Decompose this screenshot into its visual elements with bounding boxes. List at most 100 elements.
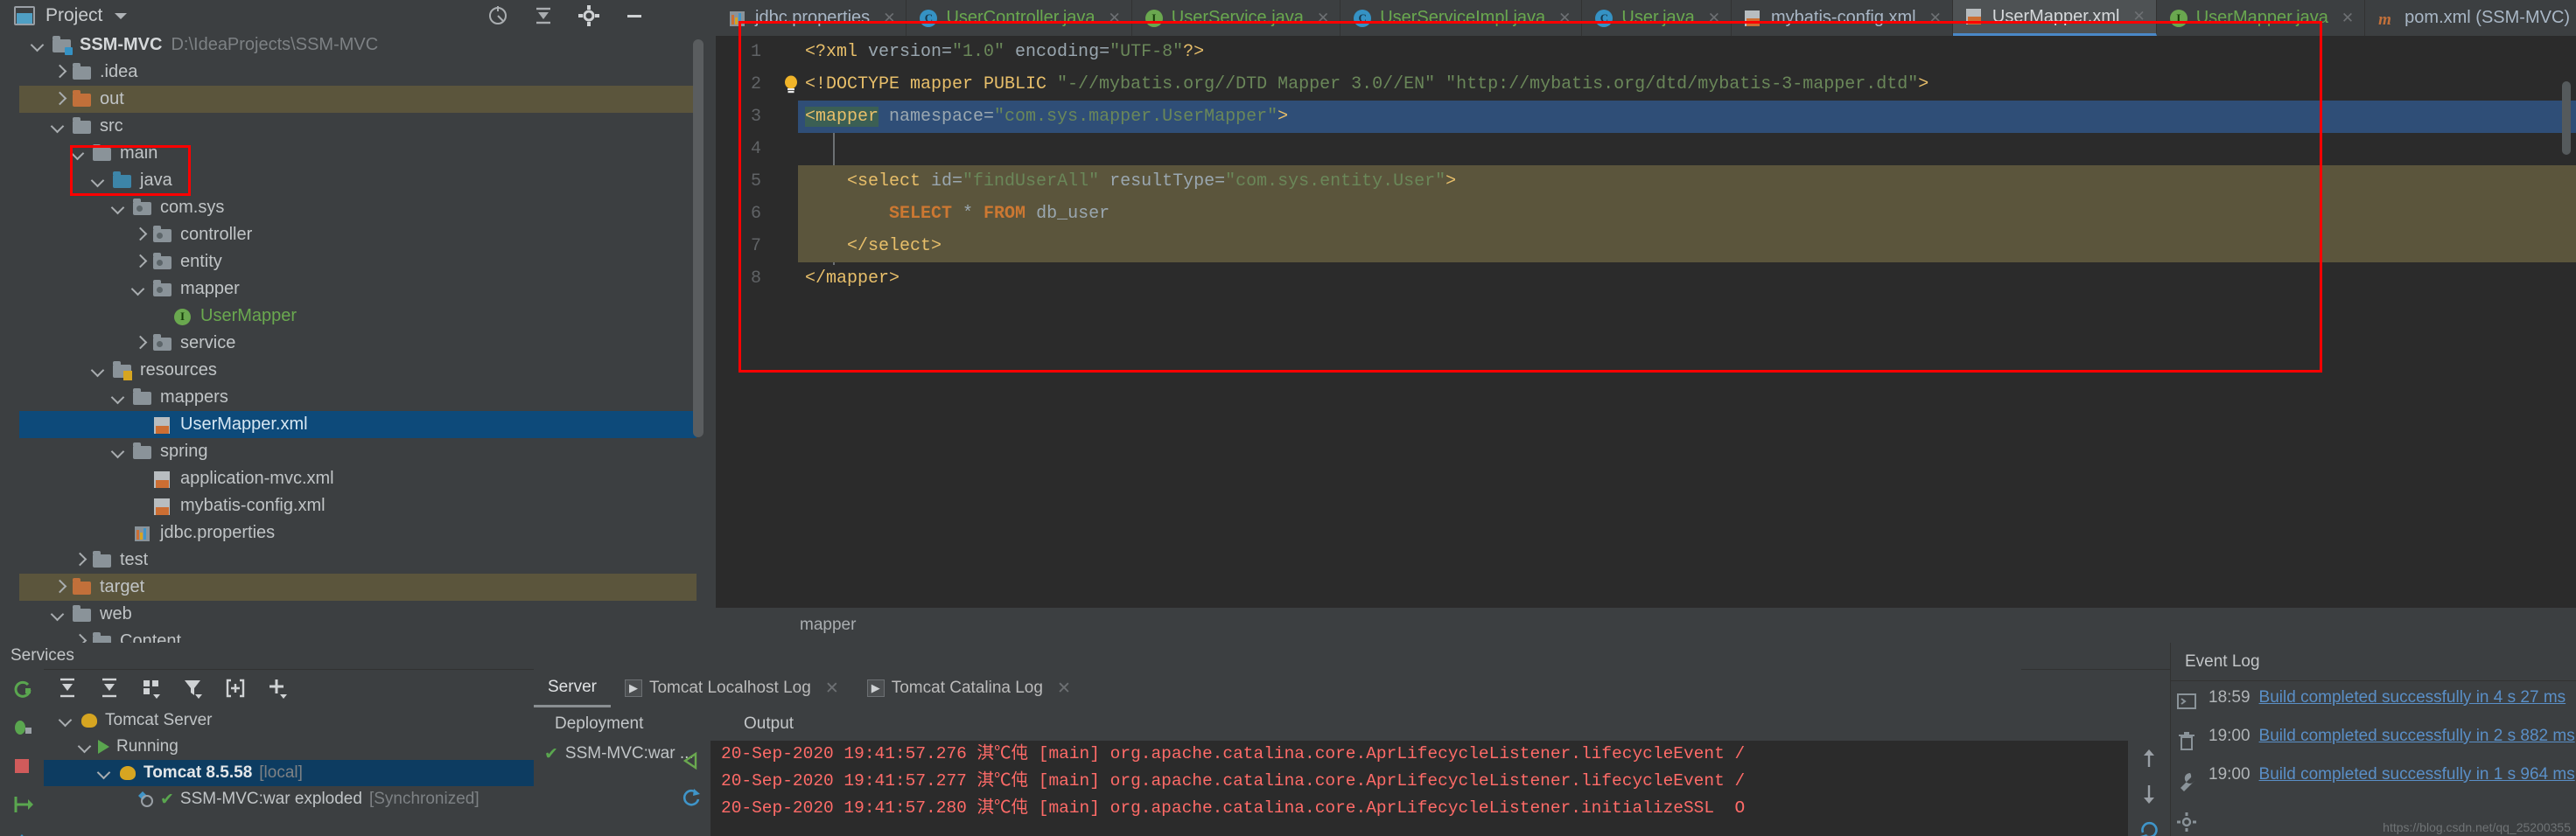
tree-item-mappers[interactable]: mappers [19, 384, 696, 411]
close-icon[interactable]: ✕ [1057, 679, 1071, 699]
tree-item-web[interactable]: web [19, 601, 696, 628]
tree-item-src[interactable]: src [19, 113, 696, 140]
jump-to-source-icon[interactable] [10, 793, 33, 816]
tree-item-mybatis-config-xml[interactable]: <> mybatis-config.xml [19, 492, 696, 519]
chevron-down-icon[interactable] [48, 603, 71, 626]
event-log-entries[interactable]: 18:59 Build completed successfully in 4 s… [2203, 681, 2576, 836]
stop-icon[interactable] [10, 755, 33, 777]
add-icon[interactable] [266, 677, 289, 700]
minimize-icon[interactable] [623, 4, 646, 27]
event-message-link[interactable]: Build completed successfully in 1 s 964 … [2259, 765, 2575, 784]
collapse-all-icon[interactable] [532, 4, 555, 27]
chevron-right-icon[interactable] [48, 61, 71, 84]
service-item-ssm-mvc-war-exploded[interactable]: ✔ SSM-MVC:war exploded [Synchronized] [44, 786, 534, 812]
chevron-right-icon[interactable] [129, 332, 151, 355]
code-line-1[interactable]: <?xml version="1.0" encoding="UTF-8"?> [798, 36, 2576, 68]
console-icon[interactable] [2175, 690, 2198, 713]
log-tab-tomcat-localhost-log[interactable]: ▶ Tomcat Localhost Log ✕ [611, 669, 853, 707]
tree-item-application-mvc-xml[interactable]: <> application-mvc.xml [19, 465, 696, 492]
editor-tab-usercontroller-java[interactable]: C UserController.java ✕ [906, 0, 1132, 36]
event-log-entry[interactable]: 18:59 Build completed successfully in 4 s… [2203, 688, 2576, 727]
tree-item-com-sys[interactable]: com.sys [19, 194, 696, 221]
services-icon[interactable] [10, 832, 33, 836]
source-code[interactable]: <?xml version="1.0" encoding="UTF-8"?> <!… [785, 36, 2576, 608]
chevron-down-icon[interactable] [28, 34, 51, 57]
close-icon[interactable]: ✕ [1929, 10, 1942, 27]
chevron-down-icon[interactable] [108, 387, 131, 409]
code-line-7[interactable]: </select> [798, 230, 2576, 262]
close-icon[interactable]: ✕ [825, 679, 839, 699]
editor-tab-user-java[interactable]: C User.java ✕ [1582, 0, 1732, 36]
rerun-icon[interactable] [10, 678, 33, 700]
code-line-6[interactable]: SELECT * FROM db_user [798, 198, 2576, 230]
trash-icon[interactable] [2175, 730, 2198, 753]
close-icon[interactable]: ✕ [1109, 10, 1121, 27]
arrow-left-icon[interactable] [680, 749, 703, 772]
tree-item-service[interactable]: service [19, 330, 696, 357]
tree-item-spring[interactable]: spring [19, 438, 696, 465]
log-tab-tomcat-catalina-log[interactable]: ▶ Tomcat Catalina Log ✕ [853, 669, 1085, 707]
close-icon[interactable]: ✕ [883, 10, 895, 27]
event-message-link[interactable]: Build completed successfully in 2 s 882 … [2259, 727, 2575, 746]
services-log-tabs[interactable]: Server ▶ Tomcat Localhost Log ✕ ▶ Tomcat Cata… [534, 669, 2021, 707]
close-icon[interactable]: ✕ [2132, 8, 2145, 25]
chevron-right-icon[interactable] [48, 88, 71, 111]
tree-item-jdbc-properties[interactable]: jdbc.properties [19, 519, 696, 547]
tree-item-main[interactable]: main [19, 140, 696, 167]
tree-item-content[interactable]: Content [19, 628, 696, 643]
tree-item-ssm-mvc[interactable]: SSM-MVC D:\IdeaProjects\SSM-MVC [19, 31, 696, 59]
editor-scrollbar[interactable] [2562, 81, 2571, 155]
editor-tab-usermapper-java[interactable]: I UserMapper.java ✕ [2157, 0, 2366, 36]
expand-all-icon[interactable] [56, 677, 79, 700]
tree-item-usermapper[interactable]: I UserMapper [19, 303, 696, 330]
refresh-icon[interactable] [680, 786, 703, 809]
filter-icon[interactable] [182, 677, 205, 700]
chevron-down-icon[interactable] [108, 197, 131, 219]
settings-gear-icon[interactable] [578, 4, 600, 27]
tree-item-target[interactable]: target [19, 574, 696, 601]
settings-icon[interactable] [2175, 811, 2198, 833]
chevron-right-icon[interactable] [48, 576, 71, 599]
chevron-right-icon[interactable] [129, 251, 151, 274]
log-tab-server[interactable]: Server [534, 669, 611, 707]
chevron-down-icon[interactable] [108, 441, 131, 463]
chevron-down-icon[interactable] [94, 762, 117, 784]
restart-icon[interactable] [2138, 818, 2160, 836]
editor-tab-pom-xml-ssm-mvc-[interactable]: mpom.xml (SSM-MVC)✕ [2365, 0, 2576, 36]
fold-gutter[interactable] [768, 36, 842, 608]
tree-item-resources[interactable]: resources [19, 357, 696, 384]
project-file-tree[interactable]: SSM-MVC D:\IdeaProjects\SSM-MVC .idea out sr… [19, 31, 696, 643]
close-icon[interactable]: ✕ [1558, 10, 1571, 27]
code-line-2[interactable]: <!DOCTYPE mapper PUBLIC "-//mybatis.org/… [785, 68, 2576, 101]
tree-item-entity[interactable]: entity [19, 248, 696, 275]
event-log-entry[interactable]: 19:00 Build completed successfully in 2 s… [2203, 727, 2576, 765]
group-icon[interactable] [140, 677, 163, 700]
service-item-running[interactable]: Running [44, 734, 534, 760]
editor-tab-mybatis-config-xml[interactable]: <> mybatis-config.xml ✕ [1732, 0, 1953, 36]
chevron-down-icon[interactable] [88, 359, 111, 382]
editor-tab-jdbc-properties[interactable]: jdbc.properties ✕ [716, 0, 907, 36]
code-line-5[interactable]: <select id="findUserAll" resultType="com… [798, 165, 2576, 198]
console-output[interactable]: 20-Sep-2020 19:41:57.276 淇℃伅 [main] org.… [710, 741, 2128, 836]
chevron-down-icon[interactable] [75, 735, 98, 758]
editor-tab-usermapper-xml[interactable]: <> UserMapper.xml ✕ [1952, 0, 2157, 36]
chevron-right-icon[interactable] [68, 630, 91, 644]
wrench-icon[interactable] [2175, 770, 2198, 793]
tree-item-out[interactable]: out [19, 86, 696, 113]
tree-item-java[interactable]: java [19, 167, 696, 194]
service-item-tomcat-server[interactable]: Tomcat Server [44, 707, 534, 734]
project-tree-scrollbar[interactable] [693, 39, 704, 437]
close-icon[interactable]: ✕ [2342, 10, 2354, 27]
debug-icon[interactable] [10, 716, 33, 739]
tree-item-controller[interactable]: controller [19, 221, 696, 248]
editor-tab-bar[interactable]: jdbc.properties ✕ C UserController.java ✕ I Us… [716, 0, 2576, 36]
intention-bulb-icon[interactable] [782, 74, 800, 94]
chevron-down-icon[interactable] [56, 709, 79, 732]
scroll-down-icon[interactable] [2138, 783, 2160, 805]
event-message-link[interactable]: Build completed successfully in 4 s 27 m… [2259, 688, 2566, 707]
tree-item-usermapper-xml[interactable]: <> UserMapper.xml [19, 411, 696, 438]
event-log-entry[interactable]: 19:00 Build completed successfully in 1 s… [2203, 765, 2576, 804]
code-line-8[interactable]: </mapper> [798, 262, 2576, 295]
code-line-4[interactable] [798, 133, 2576, 165]
tree-item--idea[interactable]: .idea [19, 59, 696, 86]
